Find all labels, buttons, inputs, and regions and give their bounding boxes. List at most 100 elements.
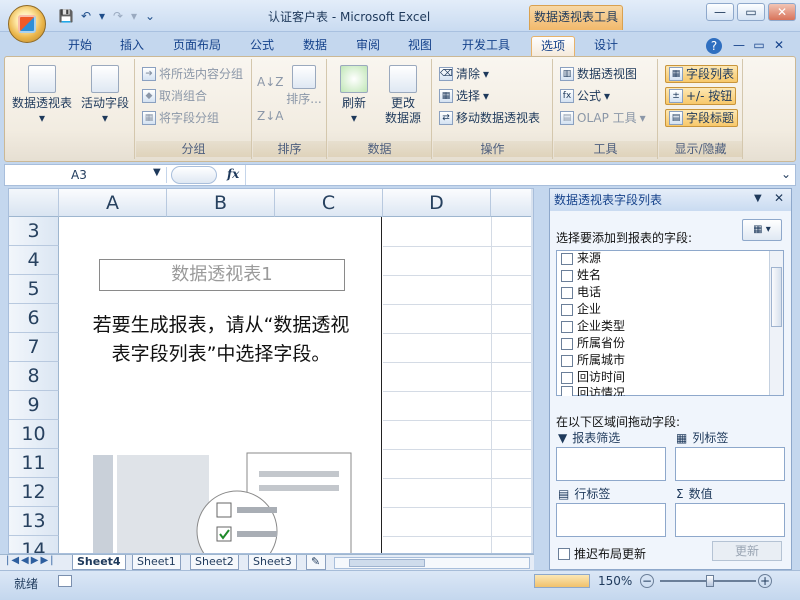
row-header-10[interactable]: 10 [9, 420, 59, 449]
row-header-8[interactable]: 8 [9, 362, 59, 391]
office-button[interactable] [8, 5, 46, 43]
tab-review[interactable]: 审阅 [348, 36, 388, 56]
name-box[interactable]: A3 [9, 167, 167, 183]
sort-button[interactable]: 排序... [283, 65, 325, 107]
sort-az-button[interactable]: A↓Z [257, 73, 283, 91]
sheet-nav-icons[interactable]: |◀◀▶▶| [6, 555, 56, 566]
formula-input[interactable] [245, 165, 775, 185]
row-header-9[interactable]: 9 [9, 391, 59, 420]
field-list-toggle[interactable]: ▦ 字段列表 [665, 65, 739, 83]
clear-button[interactable]: ⌫ 清除 ▾ [439, 65, 489, 83]
tab-options[interactable]: 选项 [531, 36, 575, 56]
field-checkbox[interactable] [561, 303, 573, 316]
field-checkbox[interactable] [561, 354, 573, 367]
row-header-6[interactable]: 6 [9, 304, 59, 333]
select-all-corner[interactable] [9, 189, 59, 217]
column-header-d[interactable]: D [383, 189, 491, 217]
field-checkbox[interactable] [561, 252, 573, 265]
field-item[interactable]: 回访时间 [561, 369, 625, 386]
move-pivottable-button[interactable]: ⇄ 移动数据透视表 [439, 109, 540, 127]
group-selection-button[interactable]: ➜ 将所选内容分组 [142, 65, 243, 83]
olap-tools-button[interactable]: ▤ OLAP 工具 ▾ [560, 109, 646, 127]
row-header-4[interactable]: 4 [9, 246, 59, 275]
undo-dropdown-icon[interactable]: ▾ [98, 8, 106, 24]
redo-dropdown-icon[interactable]: ▾ [130, 8, 138, 24]
layout-dropdown[interactable]: ▦ ▾ [742, 219, 782, 241]
column-header-c[interactable]: C [275, 189, 383, 217]
select-button[interactable]: ▦ 选择 ▾ [439, 87, 489, 105]
field-item[interactable]: 电话 [561, 284, 601, 301]
tab-view[interactable]: 视图 [400, 36, 440, 56]
field-checkbox[interactable] [561, 320, 573, 333]
tab-page-layout[interactable]: 页面布局 [165, 36, 229, 56]
defer-update-checkbox[interactable] [558, 547, 570, 560]
zoom-out-icon[interactable]: − [640, 574, 654, 588]
customize-qat-icon[interactable]: ⌄ [142, 8, 158, 24]
save-icon[interactable]: 💾 [58, 8, 74, 24]
tab-home[interactable]: 开始 [60, 36, 100, 56]
sort-za-button[interactable]: Z↓A [257, 107, 283, 125]
pane-close-icon[interactable]: ✕ [774, 191, 784, 205]
ungroup-button[interactable]: ◆ 取消组合 [142, 87, 207, 105]
field-item[interactable]: 所属省份 [561, 335, 625, 352]
tab-insert[interactable]: 插入 [112, 36, 152, 56]
row-header-3[interactable]: 3 [9, 217, 59, 246]
column-header-b[interactable]: B [167, 189, 275, 217]
active-field-button[interactable]: 活动字段 ▾ [77, 65, 133, 126]
ribbon-restore-icon[interactable]: ▭ [752, 36, 766, 56]
zoom-in-icon[interactable]: + [758, 574, 772, 588]
group-field-button[interactable]: ▦ 将字段分组 [142, 109, 219, 127]
field-checkbox[interactable] [561, 337, 573, 350]
field-item[interactable]: 回访情况 [561, 386, 625, 396]
defer-update-row[interactable]: 推迟布局更新 [558, 545, 646, 562]
field-checkbox[interactable] [561, 371, 573, 384]
row-header-5[interactable]: 5 [9, 275, 59, 304]
column-header-a[interactable]: A [59, 189, 167, 217]
minimize-button[interactable]: — [706, 3, 734, 21]
tab-developer[interactable]: 开发工具 [453, 36, 519, 56]
field-checkbox[interactable] [561, 386, 573, 396]
field-item[interactable]: 企业类型 [561, 318, 625, 335]
chevron-down-icon[interactable]: ▼ [153, 167, 161, 178]
fx-icon[interactable]: fx [227, 167, 239, 181]
pivotchart-button[interactable]: ▥ 数据透视图 [560, 65, 637, 83]
row-drop-zone[interactable] [556, 503, 666, 537]
field-item[interactable]: 所属城市 [561, 352, 625, 369]
close-button[interactable]: ✕ [768, 3, 796, 21]
field-list-scrollbar[interactable] [769, 251, 783, 395]
field-headers-toggle[interactable]: ▤ 字段标题 [665, 109, 739, 127]
column-drop-zone[interactable] [675, 447, 785, 481]
refresh-button[interactable]: 刷新 ▾ [334, 65, 374, 126]
formulas-button[interactable]: fx 公式 ▾ [560, 87, 610, 105]
plus-minus-buttons-toggle[interactable]: ± +/- 按钮 [665, 87, 737, 105]
expand-formula-bar-icon[interactable]: ⌄ [781, 167, 791, 181]
help-icon[interactable]: ? [706, 38, 722, 54]
row-header-13[interactable]: 13 [9, 507, 59, 536]
scrollbar-thumb[interactable] [771, 267, 782, 327]
view-buttons[interactable] [534, 574, 590, 588]
pane-options-icon[interactable]: ▼ [754, 193, 762, 204]
ribbon-minimize-icon[interactable]: — [732, 36, 746, 56]
row-header-12[interactable]: 12 [9, 478, 59, 507]
pane-divider[interactable] [531, 189, 533, 553]
values-drop-zone[interactable] [675, 503, 785, 537]
field-checkbox[interactable] [561, 286, 573, 299]
sheet-tab-sheet1[interactable]: Sheet1 [132, 555, 181, 570]
undo-icon[interactable]: ↶ [78, 8, 94, 24]
horizontal-scrollbar[interactable] [334, 557, 530, 569]
pivottable-placeholder[interactable]: 数据透视表1 若要生成报表，请从“数据透视 表字段列表”中选择字段。 [59, 217, 382, 553]
tab-design[interactable]: 设计 [586, 36, 626, 56]
maximize-button[interactable]: ▭ [737, 3, 765, 21]
zoom-slider-thumb[interactable] [706, 575, 714, 587]
row-header-11[interactable]: 11 [9, 449, 59, 478]
filter-drop-zone[interactable] [556, 447, 666, 481]
field-checkbox[interactable] [561, 269, 573, 282]
update-button[interactable]: 更新 [712, 541, 782, 561]
row-header-7[interactable]: 7 [9, 333, 59, 362]
sheet-tab-sheet3[interactable]: Sheet3 [248, 555, 297, 570]
macro-record-icon[interactable] [58, 575, 72, 587]
column-header-e[interactable] [491, 189, 533, 217]
scrollbar-thumb[interactable] [349, 559, 425, 567]
redo-icon[interactable]: ↷ [110, 8, 126, 24]
tab-data[interactable]: 数据 [295, 36, 335, 56]
